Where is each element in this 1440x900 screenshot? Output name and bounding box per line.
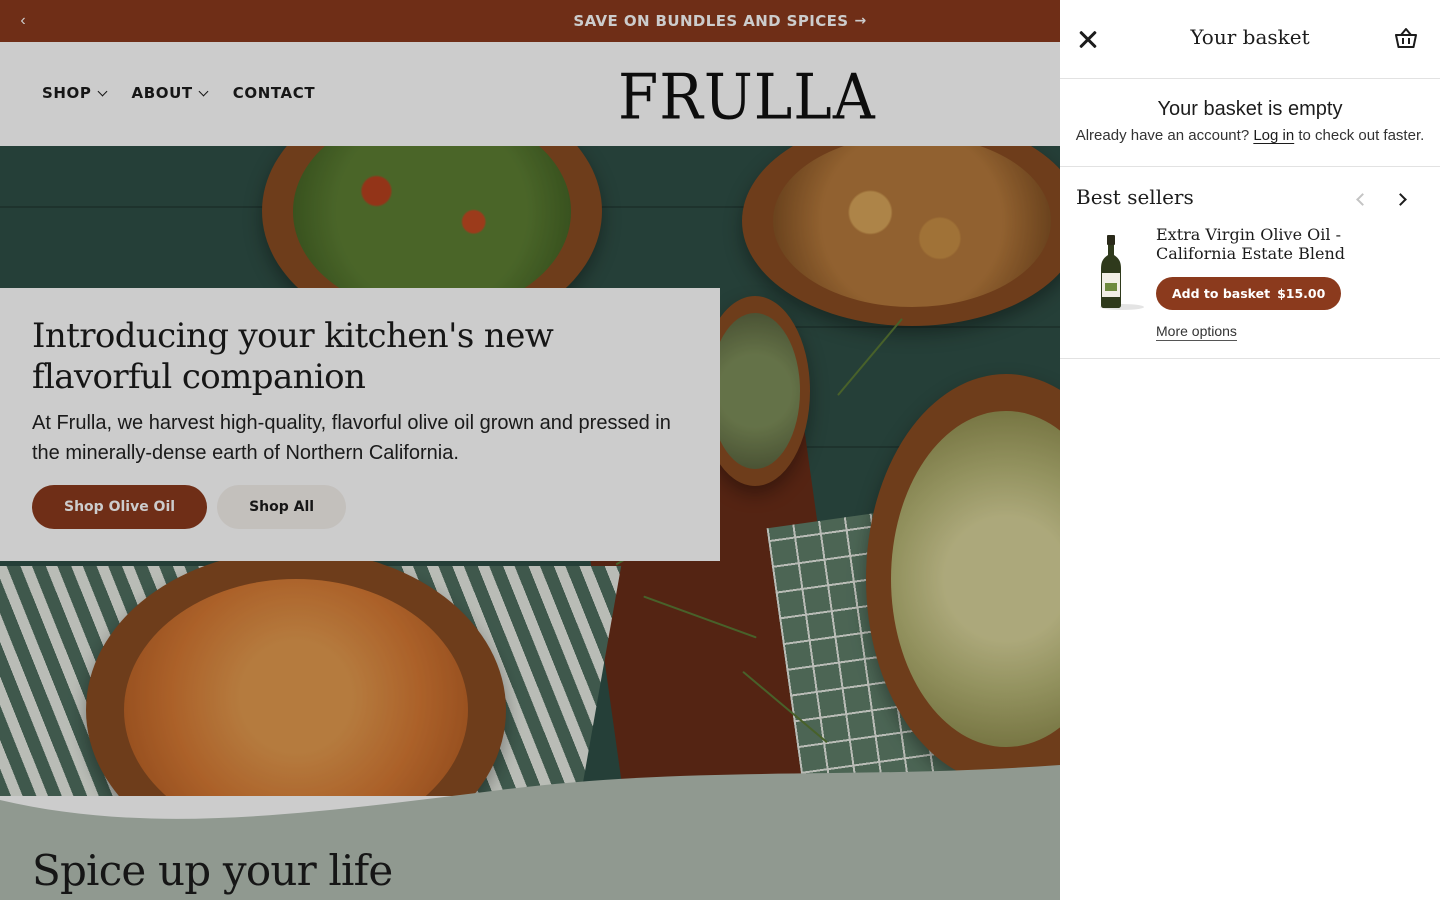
product-name[interactable]: Extra Virgin Olive Oil - California Esta… [1156, 225, 1426, 263]
login-prompt-prefix: Already have an account? [1075, 127, 1250, 144]
empty-basket-message: Your basket is empty Already have an acc… [1060, 79, 1440, 167]
add-to-basket-button[interactable]: Add to basket $15.00 [1156, 277, 1342, 310]
cart-drawer-title: Your basket [1190, 25, 1310, 49]
empty-basket-title: Your basket is empty [1157, 98, 1343, 120]
olive-oil-bottle-image[interactable] [1090, 233, 1146, 313]
carousel-prev-button[interactable] [1354, 193, 1369, 207]
best-sellers-carousel: Best sellers Extra Virgin Olive Oil - Ca… [1060, 167, 1440, 359]
chevron-left-icon [1356, 193, 1369, 206]
chevron-right-icon [1394, 193, 1407, 206]
best-sellers-title: Best sellers [1076, 185, 1194, 209]
bottle-label-accent [1105, 283, 1117, 291]
login-link[interactable]: Log in [1253, 127, 1294, 144]
basket-body [1395, 34, 1417, 48]
drawer-backdrop[interactable] [0, 0, 1060, 900]
product-price: $15.00 [1277, 286, 1326, 301]
login-prompt-suffix: to check out faster. [1298, 127, 1425, 144]
basket-icon[interactable] [1394, 26, 1418, 50]
cart-drawer-header: Your basket [1060, 0, 1440, 79]
carousel-next-button[interactable] [1394, 193, 1408, 207]
cart-drawer: Your basket Your basket is empty Already… [1060, 0, 1440, 900]
more-options-link[interactable]: More options [1156, 323, 1237, 341]
bottle-cap [1107, 235, 1115, 245]
login-prompt: Already have an account? Log in to check… [1060, 127, 1440, 144]
add-to-basket-label: Add to basket [1172, 286, 1271, 301]
